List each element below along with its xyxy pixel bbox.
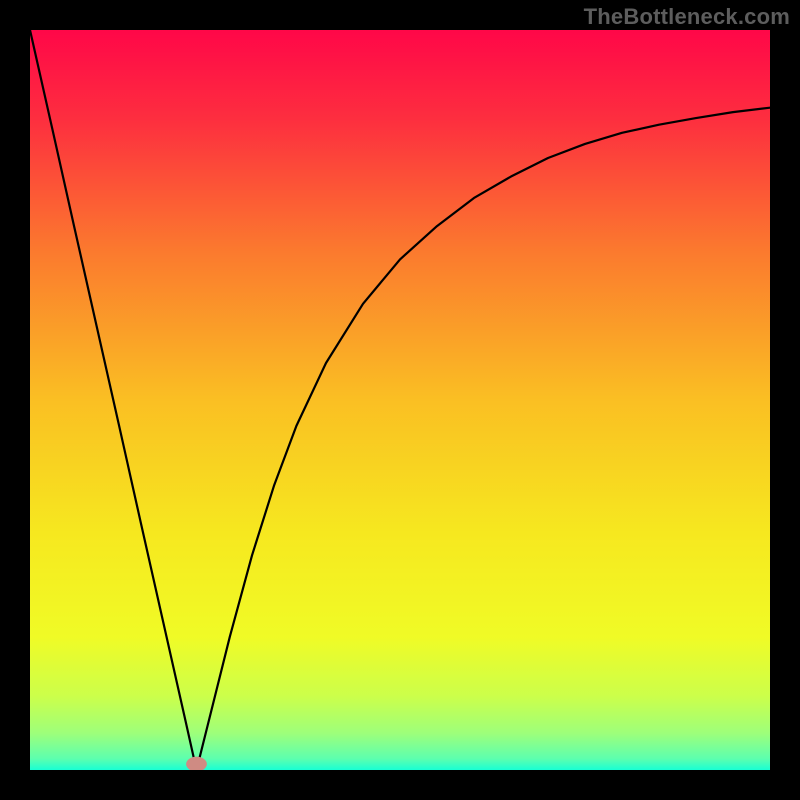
plot-background (30, 30, 770, 770)
chart-stage: TheBottleneck.com (0, 0, 800, 800)
chart-plot (30, 30, 770, 770)
watermark-text: TheBottleneck.com (584, 4, 790, 30)
